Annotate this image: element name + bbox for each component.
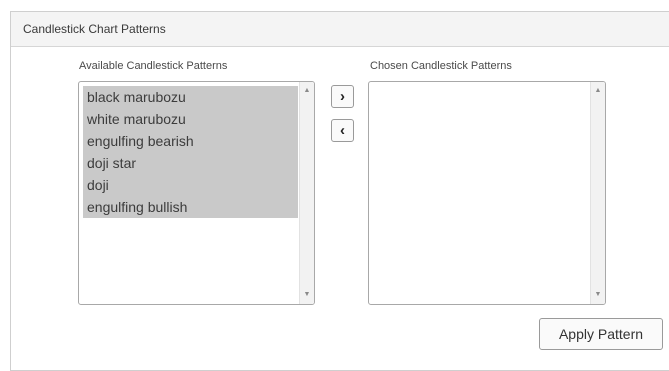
available-scrollbar[interactable]: ▲ ▼ [299,82,314,304]
available-patterns-items: black marubozu white marubozu engulfing … [83,86,298,218]
remove-pattern-button[interactable]: ‹ [331,119,354,142]
apply-pattern-label: Apply Pattern [558,326,644,342]
list-item[interactable]: engulfing bearish [83,130,298,152]
scroll-down-icon[interactable]: ▼ [300,290,314,300]
scroll-up-icon[interactable]: ▲ [591,86,605,96]
chosen-patterns-label: Chosen Candlestick Patterns [370,60,512,72]
list-item[interactable]: white marubozu [83,108,298,130]
list-item[interactable]: engulfing bullish [83,196,298,218]
list-item[interactable]: black marubozu [83,86,298,108]
panel-header: Candlestick Chart Patterns [11,12,669,47]
list-item[interactable]: doji [83,174,298,196]
available-patterns-listbox[interactable]: black marubozu white marubozu engulfing … [78,81,315,305]
scroll-down-icon[interactable]: ▼ [591,290,605,300]
scroll-up-icon[interactable]: ▲ [300,86,314,96]
available-patterns-label: Available Candlestick Patterns [79,60,228,72]
chosen-scrollbar[interactable]: ▲ ▼ [590,82,605,304]
chevron-right-icon: › [340,88,345,105]
add-pattern-button[interactable]: › [331,85,354,108]
list-item[interactable]: doji star [83,152,298,174]
panel-title: Candlestick Chart Patterns [23,22,166,36]
chosen-patterns-listbox[interactable]: ▲ ▼ [368,81,606,305]
chevron-left-icon: ‹ [340,122,345,139]
apply-pattern-button[interactable]: Apply Pattern [539,318,663,350]
